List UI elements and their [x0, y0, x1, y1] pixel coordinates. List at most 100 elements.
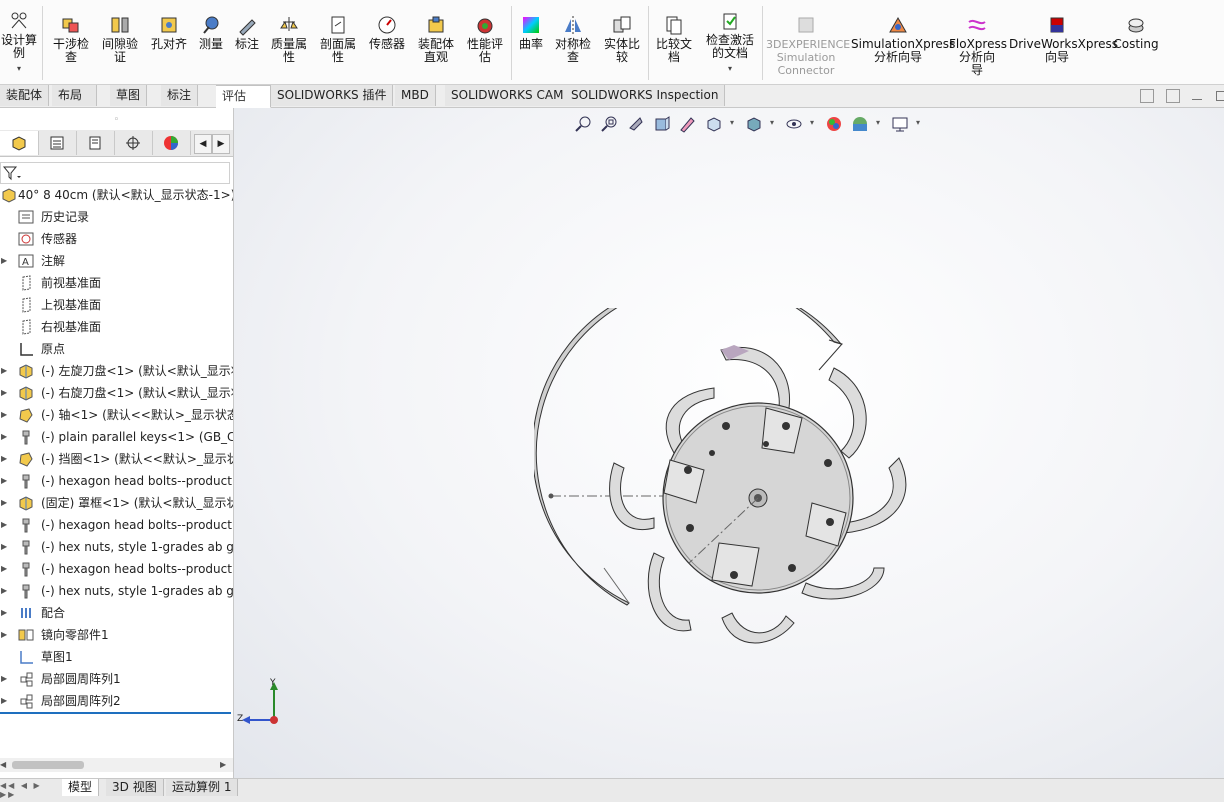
panel-tab-prev-button[interactable]: ◀	[194, 134, 212, 154]
expand-arrow-icon[interactable]: ▶	[1, 448, 7, 470]
tree-item[interactable]: 40° 8 40cm (默认<默认_显示状态-1>)	[0, 184, 233, 206]
expand-arrow-icon[interactable]: ▶	[1, 668, 7, 690]
chevron-down-icon[interactable]: ▾	[770, 118, 774, 127]
panel-collapse-handle[interactable]: ◦	[0, 114, 233, 126]
tree-item[interactable]: ▶ (-) hexagon head bolts--product	[0, 514, 233, 536]
tab-evaluate[interactable]: 评估	[216, 85, 271, 108]
scroll-left-arrow-icon[interactable]: ◀	[0, 758, 10, 772]
configurationmanager-tab[interactable]	[76, 131, 115, 155]
graphics-area[interactable]: ▾ ▾ ▾ ▾ ▾ Y Z	[234, 108, 1224, 778]
design-study-button[interactable]: 设计算 例 ▾	[0, 10, 38, 75]
chevron-down-icon[interactable]: ▾	[876, 118, 880, 127]
curvature-button[interactable]: 曲率	[516, 14, 546, 51]
expand-arrow-icon[interactable]: ▶	[1, 690, 7, 712]
tree-item[interactable]: ▶ (-) 左旋刀盘<1> (默认<默认_显示状	[0, 360, 233, 382]
bottom-nav-arrows[interactable]: ◀◀ ◀ ▶ ▶▶	[0, 781, 58, 799]
minimize-icon[interactable]	[1192, 99, 1202, 100]
tree-item[interactable]: ▶ A 注解	[0, 250, 233, 272]
tree-item[interactable]: 传感器	[0, 228, 233, 250]
tree-item[interactable]: ▶ 镜向零部件1	[0, 624, 233, 646]
tree-item[interactable]: ▶ (-) hexagon head bolts--product	[0, 470, 233, 492]
tree-item[interactable]: ▶ (-) hexagon head bolts--product	[0, 558, 233, 580]
clearance-verification-button[interactable]: 间隙验 证	[99, 14, 141, 64]
expand-arrow-icon[interactable]: ▶	[1, 492, 7, 514]
markup-button[interactable]: 标注	[231, 14, 263, 51]
measure-button[interactable]: 测量	[195, 14, 227, 51]
bottom-tab-3d-view[interactable]: 3D 视图	[106, 779, 164, 796]
display-style-icon[interactable]	[744, 114, 764, 134]
restore-panel-left-icon[interactable]	[1140, 89, 1154, 103]
chevron-down-icon[interactable]: ▾	[810, 118, 814, 127]
bottom-tab-model[interactable]: 模型	[62, 779, 100, 796]
previous-view-icon[interactable]	[626, 114, 646, 134]
expand-arrow-icon[interactable]: ▶	[1, 536, 7, 558]
expand-arrow-icon[interactable]: ▶	[1, 470, 7, 492]
expand-arrow-icon[interactable]: ▶	[1, 602, 7, 624]
simulationxpress-button[interactable]: SimulationXpress 分析向导	[851, 14, 955, 64]
tree-item[interactable]: 原点	[0, 338, 233, 360]
hide-show-items-icon[interactable]	[784, 114, 804, 134]
chevron-down-icon[interactable]: ▾	[0, 62, 38, 75]
tab-assembly[interactable]: 装配体	[0, 85, 50, 106]
tree-item[interactable]: 右视基准面	[0, 316, 233, 338]
tree-item[interactable]: ▶ (-) 挡圈<1> (默认<<默认>_显示状	[0, 448, 233, 470]
horizontal-scrollbar[interactable]: ◀ ▶	[0, 758, 233, 772]
tab-solidworks-addins[interactable]: SOLIDWORKS 插件	[271, 85, 394, 106]
performance-evaluation-button[interactable]: 性能评 估	[464, 14, 506, 64]
expand-arrow-icon[interactable]: ▶	[1, 250, 7, 272]
expand-arrow-icon[interactable]: ▶	[1, 382, 7, 404]
tree-item[interactable]: 上视基准面	[0, 294, 233, 316]
chevron-down-icon[interactable]: ▾	[916, 118, 920, 127]
dynamic-annotation-icon[interactable]	[678, 114, 698, 134]
chevron-down-icon[interactable]: ▾	[730, 118, 734, 127]
assembly-visualization-button[interactable]: 装配体 直观	[415, 14, 457, 64]
tree-item[interactable]: ▶ 局部圆周阵列1	[0, 668, 233, 690]
chevron-down-icon[interactable]: ▾	[702, 62, 758, 75]
zoom-to-fit-icon[interactable]	[574, 114, 594, 134]
tree-item[interactable]: 历史记录	[0, 206, 233, 228]
expand-arrow-icon[interactable]: ▶	[1, 580, 7, 602]
interference-detection-button[interactable]: 干涉检 查	[50, 14, 92, 64]
tab-markup[interactable]: 标注	[161, 85, 199, 106]
panel-tab-next-button[interactable]: ▶	[212, 134, 230, 154]
featuremanager-tab[interactable]	[0, 131, 39, 155]
tab-layout[interactable]: 布局	[52, 85, 97, 106]
tree-item[interactable]: 前视基准面	[0, 272, 233, 294]
zoom-to-area-icon[interactable]	[600, 114, 620, 134]
expand-arrow-icon[interactable]: ▶	[1, 360, 7, 382]
hole-alignment-button[interactable]: 孔对齐	[148, 14, 190, 51]
tree-item[interactable]: ▶ (固定) 罩框<1> (默认<默认_显示状	[0, 492, 233, 514]
floxpress-button[interactable]: FloXpress 分析向 导	[949, 14, 1007, 77]
dimxpertmanager-tab[interactable]	[114, 131, 153, 155]
restore-icon[interactable]	[1216, 91, 1224, 101]
symmetry-check-button[interactable]: 对称检 查	[552, 14, 594, 64]
scroll-thumb[interactable]	[12, 761, 84, 769]
sensor-button[interactable]: 传感器	[366, 14, 408, 51]
section-view-icon[interactable]	[652, 114, 672, 134]
bottom-tab-motion-study[interactable]: 运动算例 1	[166, 779, 239, 796]
displaymanager-tab[interactable]	[152, 131, 191, 155]
compare-geometry-button[interactable]: 实体比 较	[601, 14, 643, 64]
tab-mbd[interactable]: MBD	[395, 85, 436, 106]
tree-item[interactable]: ▶ (-) hex nuts, style 1-grades ab gb	[0, 580, 233, 602]
rotary-tiller-model[interactable]	[534, 308, 954, 668]
tab-solidworks-inspection[interactable]: SOLIDWORKS Inspection	[565, 85, 726, 106]
view-settings-icon[interactable]	[890, 114, 910, 134]
tree-item[interactable]: ▶ 配合	[0, 602, 233, 624]
scroll-right-arrow-icon[interactable]: ▶	[220, 758, 230, 772]
compare-documents-button[interactable]: 比较文 档	[653, 14, 695, 64]
expand-arrow-icon[interactable]: ▶	[1, 514, 7, 536]
propertymanager-tab[interactable]	[38, 131, 77, 155]
mass-properties-button[interactable]: 质量属 性	[268, 14, 310, 64]
expand-arrow-icon[interactable]: ▶	[1, 624, 7, 646]
tree-item[interactable]: ▶ (-) 右旋刀盘<1> (默认<默认_显示状	[0, 382, 233, 404]
section-properties-button[interactable]: 剖面属 性	[317, 14, 359, 64]
expand-arrow-icon[interactable]: ▶	[1, 426, 7, 448]
tree-item[interactable]: ▶ (-) plain parallel keys<1> (GB_CO	[0, 426, 233, 448]
costing-button[interactable]: Costing	[1111, 14, 1161, 51]
apply-scene-icon[interactable]	[850, 114, 870, 134]
tab-solidworks-cam[interactable]: SOLIDWORKS CAM	[445, 85, 571, 106]
tree-item[interactable]: ▶ 局部圆周阵列2	[0, 690, 233, 712]
tree-item[interactable]: 草图1	[0, 646, 233, 668]
expand-arrow-icon[interactable]: ▶	[1, 404, 7, 426]
